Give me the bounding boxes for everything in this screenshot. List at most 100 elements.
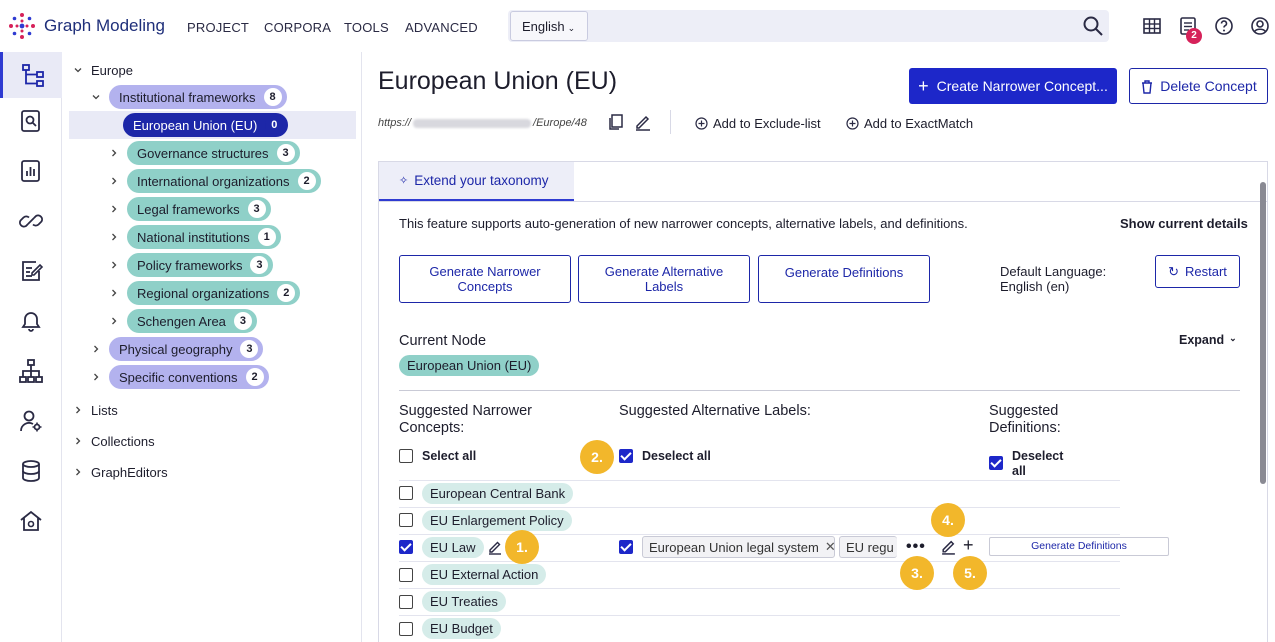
tree-item-european-union[interactable]: European Union (EU) 0 bbox=[123, 112, 289, 138]
generate-narrower-concepts-button[interactable]: Generate Narrower Concepts bbox=[399, 255, 571, 303]
chevron-right-icon[interactable] bbox=[73, 436, 83, 446]
altlabel-chip[interactable]: European Union legal system ✕ bbox=[642, 536, 835, 558]
edit-icon[interactable] bbox=[940, 538, 957, 555]
rail-edit-list[interactable] bbox=[0, 248, 62, 294]
chevron-right-icon[interactable] bbox=[91, 344, 101, 354]
tree-item-legal-frameworks[interactable]: Legal frameworks 3 bbox=[109, 196, 271, 222]
tree-item-governance-structures[interactable]: Governance structures 3 bbox=[109, 140, 300, 166]
chevron-right-icon[interactable] bbox=[73, 467, 83, 477]
edit-icon[interactable] bbox=[487, 539, 503, 555]
graph-logo-icon[interactable] bbox=[8, 12, 36, 40]
concept-pill[interactable]: National institutions 1 bbox=[127, 225, 281, 249]
generate-definitions-inline-button[interactable]: Generate Definitions bbox=[989, 537, 1169, 556]
concept-pill-selected[interactable]: European Union (EU) 0 bbox=[123, 113, 289, 137]
tree-item-schengen-area[interactable]: Schengen Area 3 bbox=[109, 308, 257, 334]
tree-item-grapheditors[interactable]: GraphEditors bbox=[73, 459, 168, 485]
deselect-all-definitions-checkbox[interactable] bbox=[989, 456, 1003, 470]
database-icon bbox=[22, 460, 40, 482]
tab-extend-taxonomy[interactable]: ✧ Extend your taxonomy bbox=[379, 162, 574, 201]
concept-pill[interactable]: Regional organizations 2 bbox=[127, 281, 301, 305]
tree-item-collections[interactable]: Collections bbox=[73, 428, 155, 454]
expand-toggle[interactable]: Expand ⌄ bbox=[1179, 333, 1237, 347]
user-account-icon[interactable] bbox=[1249, 15, 1271, 37]
edit-icon[interactable] bbox=[634, 113, 652, 131]
rail-user-settings[interactable] bbox=[0, 398, 62, 444]
chevron-right-icon[interactable] bbox=[109, 204, 119, 214]
chevron-down-icon: ⌄ bbox=[1229, 333, 1237, 343]
menu-tools[interactable]: TOOLS bbox=[344, 20, 389, 35]
tree-item-regional-organizations[interactable]: Regional organizations 2 bbox=[109, 280, 301, 306]
suggestion-checkbox[interactable] bbox=[399, 595, 413, 609]
row-divider bbox=[399, 480, 1120, 481]
show-current-details-link[interactable]: Show current details bbox=[1120, 216, 1248, 231]
select-all-checkbox[interactable] bbox=[399, 449, 413, 463]
menu-project[interactable]: PROJECT bbox=[187, 20, 249, 35]
concept-pill[interactable]: International organizations 2 bbox=[127, 169, 321, 193]
rail-notifications[interactable] bbox=[0, 298, 62, 344]
chevron-down-icon[interactable] bbox=[91, 92, 101, 102]
more-options-icon[interactable]: ••• bbox=[906, 538, 926, 556]
concept-label: European Union (EU) bbox=[133, 117, 258, 133]
add-to-exclude-list-link[interactable]: Add to Exclude-list bbox=[695, 116, 821, 131]
rail-hierarchy[interactable] bbox=[0, 348, 62, 394]
rail-taxonomy[interactable] bbox=[0, 52, 62, 98]
generate-alternative-labels-button[interactable]: Generate Alternative Labels bbox=[578, 255, 750, 303]
concept-pill[interactable]: Policy frameworks 3 bbox=[127, 253, 274, 277]
altlabel-chip-truncated[interactable]: EU regu bbox=[839, 536, 897, 558]
suggestion-checkbox[interactable] bbox=[399, 513, 413, 527]
search-input[interactable] bbox=[508, 10, 1109, 42]
tree-item-specific-conventions[interactable]: Specific conventions 2 bbox=[91, 364, 269, 390]
chevron-right-icon[interactable] bbox=[73, 405, 83, 415]
help-icon[interactable] bbox=[1213, 15, 1235, 37]
add-to-exactmatch-link[interactable]: Add to ExactMatch bbox=[846, 116, 973, 131]
tree-item-international-organizations[interactable]: International organizations 2 bbox=[109, 168, 321, 194]
concept-pill[interactable]: Physical geography 3 bbox=[109, 337, 264, 361]
language-select[interactable]: English ⌄ bbox=[510, 11, 588, 41]
tree-item-europe[interactable]: Europe bbox=[73, 57, 133, 83]
chevron-right-icon[interactable] bbox=[109, 288, 119, 298]
altlabel-checkbox[interactable] bbox=[619, 540, 633, 554]
delete-concept-button[interactable]: Delete Concept bbox=[1129, 68, 1268, 104]
rail-linking[interactable] bbox=[0, 198, 62, 244]
concept-pill[interactable]: Institutional frameworks 8 bbox=[109, 85, 287, 109]
close-icon[interactable]: ✕ bbox=[825, 539, 834, 555]
chevron-right-icon[interactable] bbox=[109, 260, 119, 270]
rail-database[interactable] bbox=[0, 448, 62, 494]
search-icon[interactable] bbox=[1082, 15, 1104, 37]
concept-label: Schengen Area bbox=[137, 313, 226, 329]
add-icon[interactable]: + bbox=[963, 535, 974, 556]
suggestion-checkbox[interactable] bbox=[399, 486, 413, 500]
restart-button[interactable]: ↻ Restart bbox=[1155, 255, 1240, 288]
rail-reports[interactable] bbox=[0, 148, 62, 194]
create-narrower-concept-button[interactable]: + Create Narrower Concept... bbox=[909, 68, 1117, 104]
count-badge: 3 bbox=[247, 200, 266, 218]
grid-table-icon[interactable] bbox=[1141, 15, 1163, 37]
suggestion-checkbox[interactable] bbox=[399, 540, 413, 554]
chevron-right-icon[interactable] bbox=[109, 176, 119, 186]
tree-item-lists[interactable]: Lists bbox=[73, 397, 118, 423]
chevron-right-icon[interactable] bbox=[109, 232, 119, 242]
rail-search-documents[interactable] bbox=[0, 98, 62, 144]
menu-advanced[interactable]: ADVANCED bbox=[405, 20, 478, 35]
app-title[interactable]: Graph Modeling bbox=[44, 16, 165, 36]
tree-item-policy-frameworks[interactable]: Policy frameworks 3 bbox=[109, 252, 274, 278]
concept-pill[interactable]: Legal frameworks 3 bbox=[127, 197, 271, 221]
tree-item-institutional-frameworks[interactable]: Institutional frameworks 8 bbox=[91, 84, 287, 110]
chevron-right-icon[interactable] bbox=[109, 316, 119, 326]
tree-item-physical-geography[interactable]: Physical geography 3 bbox=[91, 336, 264, 362]
suggestion-checkbox[interactable] bbox=[399, 622, 413, 636]
chevron-right-icon[interactable] bbox=[109, 148, 119, 158]
rail-home-settings[interactable] bbox=[0, 498, 62, 544]
concept-pill[interactable]: Governance structures 3 bbox=[127, 141, 300, 165]
chevron-right-icon[interactable] bbox=[91, 372, 101, 382]
chevron-down-icon[interactable] bbox=[73, 65, 83, 75]
tree-item-national-institutions[interactable]: National institutions 1 bbox=[109, 224, 281, 250]
concept-pill[interactable]: Schengen Area 3 bbox=[127, 309, 257, 333]
menu-corpora[interactable]: CORPORA bbox=[264, 20, 331, 35]
concept-pill[interactable]: Specific conventions 2 bbox=[109, 365, 269, 389]
deselect-all-altlabels-checkbox[interactable] bbox=[619, 449, 633, 463]
suggestion-checkbox[interactable] bbox=[399, 568, 413, 582]
copy-icon[interactable] bbox=[607, 113, 625, 131]
scrollbar[interactable] bbox=[1260, 182, 1266, 484]
generate-definitions-button[interactable]: Generate Definitions bbox=[758, 255, 930, 303]
